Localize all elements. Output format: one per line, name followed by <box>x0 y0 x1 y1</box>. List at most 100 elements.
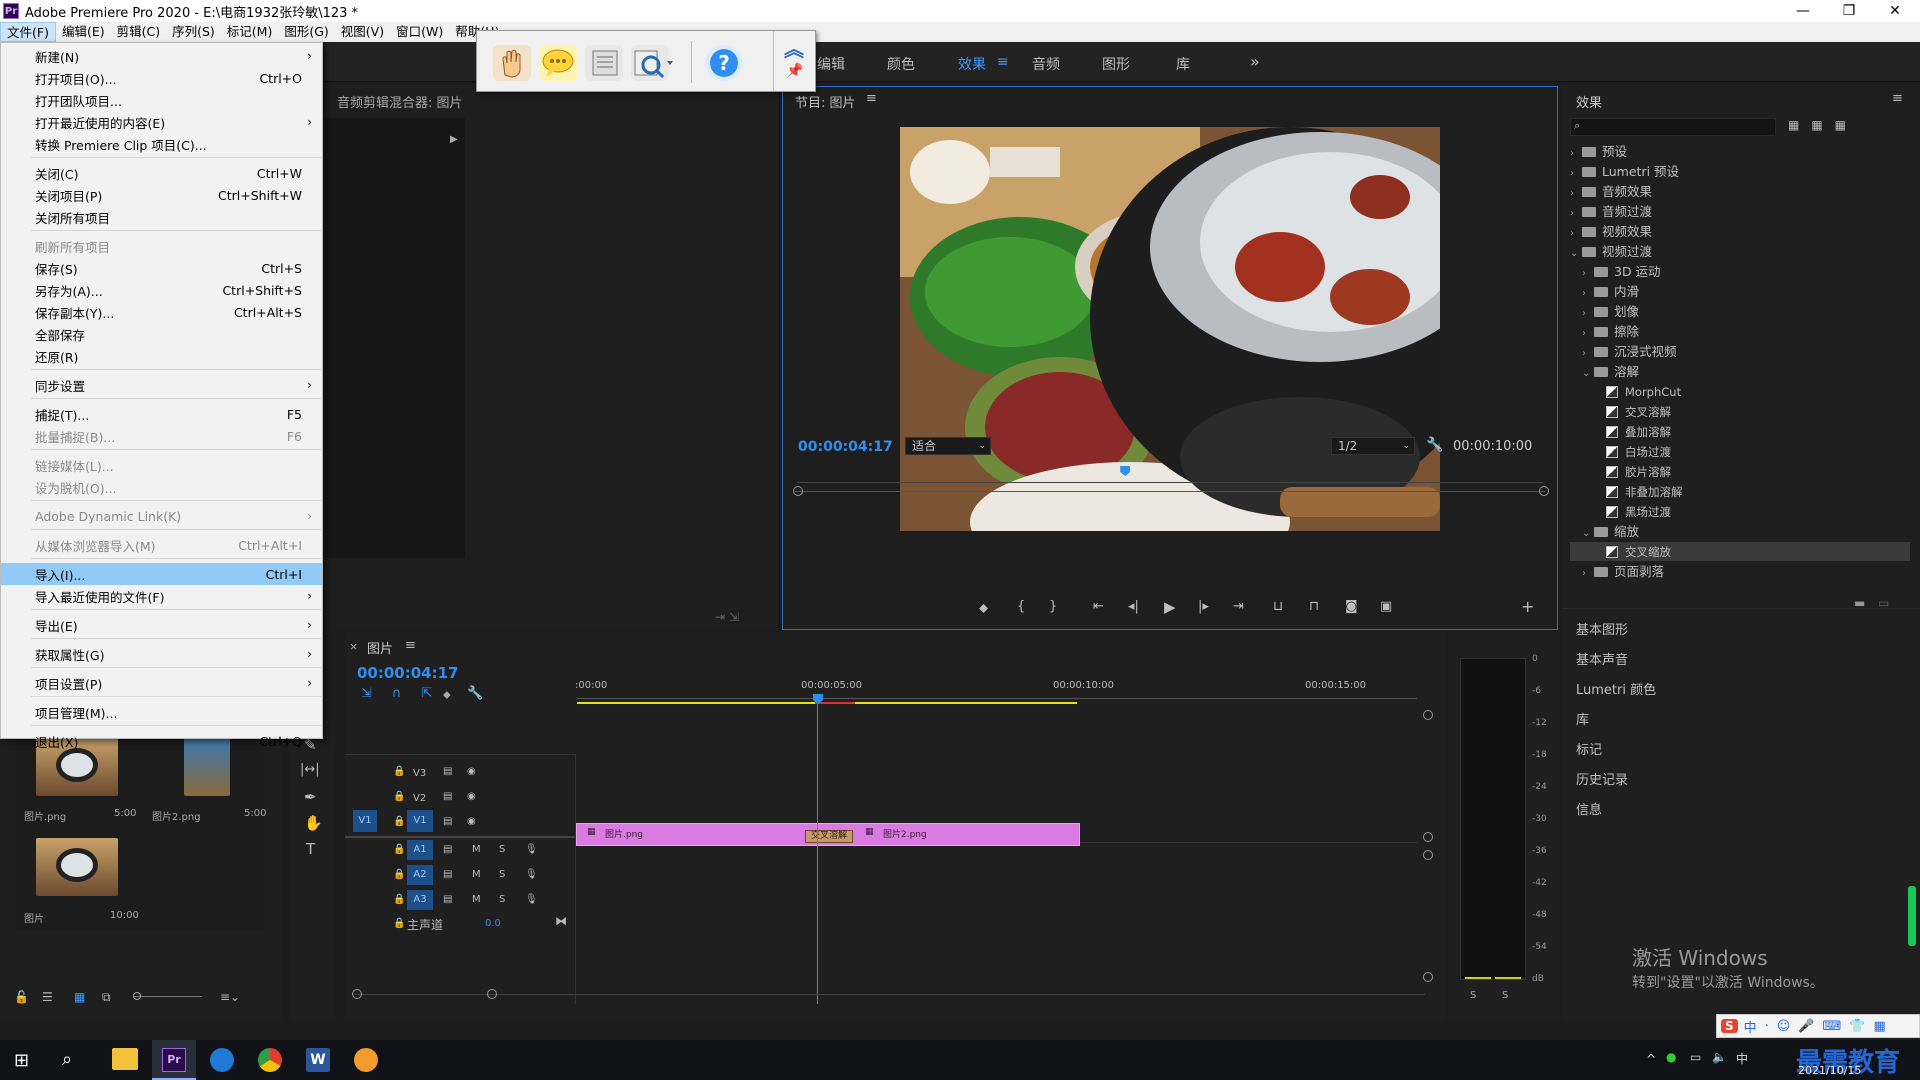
workspace-more-icon[interactable]: » <box>1250 52 1260 71</box>
file-menu-item[interactable]: 保存副本(Y)... Ctrl+Alt+S <box>1 301 322 323</box>
sync-lock-icon[interactable]: ▤ <box>443 894 452 905</box>
tray-app-icon[interactable]: ● <box>1666 1050 1676 1064</box>
file-menu-item[interactable]: 还原(R) <box>1 345 322 367</box>
pen-tool-icon[interactable]: ✒ <box>304 788 317 806</box>
horizontal-zoom-handle[interactable] <box>352 989 362 999</box>
program-title[interactable]: 节目: 图片 <box>795 92 856 111</box>
menu-file[interactable]: 文件(F) <box>0 22 56 42</box>
zoom-slider[interactable] <box>134 996 202 997</box>
effects-item[interactable]: 黑场过渡 <box>1570 502 1910 521</box>
transition-cross-dissolve[interactable]: 交叉溶解 <box>805 830 853 843</box>
source-panel-title[interactable]: 音频剪辑混合器: 图片 <box>337 92 463 111</box>
timeline-tab[interactable]: 图片 <box>367 638 393 657</box>
menu-sequence[interactable]: 序列(S) <box>166 22 221 42</box>
file-menu-item[interactable]: 关闭所有项目 <box>1 206 322 228</box>
hand-tool-icon[interactable]: ✋ <box>304 814 323 832</box>
chevron-right-icon[interactable]: › <box>1582 324 1594 343</box>
timeline-tool-icons[interactable]: ⇲∩⇱ <box>361 686 452 701</box>
lock-icon[interactable]: 🔒 <box>393 918 405 929</box>
icon-view-icon[interactable]: ▦ <box>74 990 85 1004</box>
app-taskbar-icon[interactable] <box>354 1048 378 1072</box>
add-marker-icon[interactable]: ⬥ <box>979 601 988 616</box>
word-icon[interactable]: W <box>306 1048 330 1072</box>
collapse-chevron-icon[interactable]: ︽ <box>784 33 804 62</box>
effects-folder[interactable]: › 页面剥落 <box>1570 562 1910 581</box>
sort-icon[interactable]: ≡⌄ <box>220 990 240 1004</box>
workspace-tab-edit[interactable]: 编辑 <box>817 54 845 74</box>
solo-button[interactable]: S <box>499 894 505 905</box>
input-method-icon[interactable]: 中 <box>1736 1050 1748 1067</box>
step-back-icon[interactable]: ◂| <box>1128 599 1139 614</box>
lock-icon[interactable]: 🔒 <box>393 844 405 855</box>
file-menu-item[interactable]: 转换 Premiere Clip 项目(C)... <box>1 133 322 155</box>
horizontal-zoom-handle[interactable] <box>487 989 497 999</box>
chevron-right-icon[interactable]: › <box>1582 344 1594 363</box>
effects-folder[interactable]: › 内滑 <box>1570 282 1910 301</box>
lock-icon[interactable]: 🔓 <box>14 990 29 1004</box>
lock-icon[interactable]: 🔒 <box>393 894 405 905</box>
source-patch-v1[interactable]: V1 <box>353 810 377 832</box>
list-view-icon[interactable]: ☰ <box>42 990 53 1004</box>
effects-folder[interactable]: › 沉浸式视频 <box>1570 342 1910 361</box>
chevron-right-icon[interactable]: › <box>1570 184 1582 203</box>
menu-edit[interactable]: 编辑(E) <box>56 22 111 42</box>
menu-window[interactable]: 窗口(W) <box>390 22 449 42</box>
chevron-right-icon[interactable]: › <box>1570 224 1582 243</box>
comment-bubble-icon[interactable] <box>539 45 577 81</box>
comparison-view-icon[interactable]: ▣ <box>1380 599 1392 614</box>
go-to-end-icon[interactable]: ⧓ <box>555 914 567 928</box>
effects-folder[interactable]: ⌄ 缩放 <box>1570 522 1910 541</box>
timeline-menu-icon[interactable]: ≡ <box>405 638 416 653</box>
mute-button[interactable]: M <box>472 869 481 880</box>
effects-folder[interactable]: › 音频过渡 <box>1570 202 1910 221</box>
file-menu-item[interactable]: 导入最近使用的文件(F) › <box>1 585 322 607</box>
chevron-down-icon[interactable]: ⌄ <box>1582 524 1594 543</box>
document-list-icon[interactable] <box>585 45 623 81</box>
mic-icon[interactable]: 🎙 <box>525 869 538 880</box>
menu-graphics[interactable]: 图形(G) <box>278 22 334 42</box>
file-menu-item[interactable]: 保存(S) Ctrl+S <box>1 257 322 279</box>
program-time-ruler[interactable] <box>797 477 1543 483</box>
project-item-name[interactable]: 图片.png <box>24 808 66 823</box>
effects-folder[interactable]: › 预设 <box>1570 142 1910 161</box>
network-icon[interactable]: ▭ <box>1690 1050 1701 1064</box>
track-v2-label[interactable]: V2 <box>413 793 426 804</box>
panel-section-tab[interactable]: Lumetri 颜色 <box>1576 679 1656 698</box>
file-menu-item[interactable]: 打开项目(O)... Ctrl+O <box>1 67 322 89</box>
timeline-settings-wrench-icon[interactable]: 🔧 <box>467 686 483 701</box>
file-menu-item[interactable]: 打开最近使用的内容(E) › <box>1 111 322 133</box>
volume-icon[interactable]: 🔈 <box>1712 1050 1727 1064</box>
mark-out-icon[interactable]: } <box>1049 599 1057 614</box>
menu-clip[interactable]: 剪辑(C) <box>111 22 166 42</box>
effects-item[interactable]: MorphCut <box>1570 382 1910 401</box>
chevron-right-icon[interactable]: › <box>1570 204 1582 223</box>
panel-section-tab[interactable]: 基本声音 <box>1576 649 1628 668</box>
hand-cursor-icon[interactable] <box>493 45 531 81</box>
sync-lock-icon[interactable]: ▤ <box>443 791 452 802</box>
effects-folder[interactable]: › 擦除 <box>1570 322 1910 341</box>
meter-solo-right[interactable]: S <box>1502 990 1508 1001</box>
play-icon[interactable]: ▶ <box>1164 598 1176 616</box>
chevron-right-icon[interactable]: › <box>1582 304 1594 323</box>
help-icon[interactable]: ? <box>705 45 743 81</box>
fit-dropdown[interactable]: 适合 ⌄ <box>905 437 991 455</box>
add-marker-icon[interactable]: ⬥ <box>443 688 451 702</box>
eye-icon[interactable]: ◉ <box>467 816 476 827</box>
project-item-name[interactable]: 图片2.png <box>152 808 201 823</box>
file-menu-item[interactable]: 捕捉(T)... F5 <box>1 403 322 425</box>
file-menu-item[interactable]: 项目管理(M)... <box>1 701 322 723</box>
extract-icon[interactable]: ⊓ <box>1309 599 1319 614</box>
resolution-dropdown[interactable]: 1/2 ⌄ <box>1331 437 1415 455</box>
workspace-tab-graphics[interactable]: 图形 <box>1102 54 1130 74</box>
effects-item[interactable]: 白场过渡 <box>1570 442 1910 461</box>
mark-in-icon[interactable]: { <box>1017 599 1025 614</box>
chrome-icon[interactable] <box>258 1048 282 1072</box>
chevron-right-icon[interactable]: › <box>1582 264 1594 283</box>
effects-title[interactable]: 效果 <box>1576 92 1602 111</box>
chevron-right-icon[interactable]: › <box>1570 164 1582 183</box>
mic-icon[interactable]: 🎙 <box>525 844 538 855</box>
track-a2-label[interactable]: A2 <box>407 865 433 885</box>
panel-section-tab[interactable]: 基本图形 <box>1576 619 1628 638</box>
workspace-menu-icon[interactable]: ≡ <box>997 54 1009 70</box>
windows-start-icon[interactable]: ⊞ <box>14 1050 29 1071</box>
